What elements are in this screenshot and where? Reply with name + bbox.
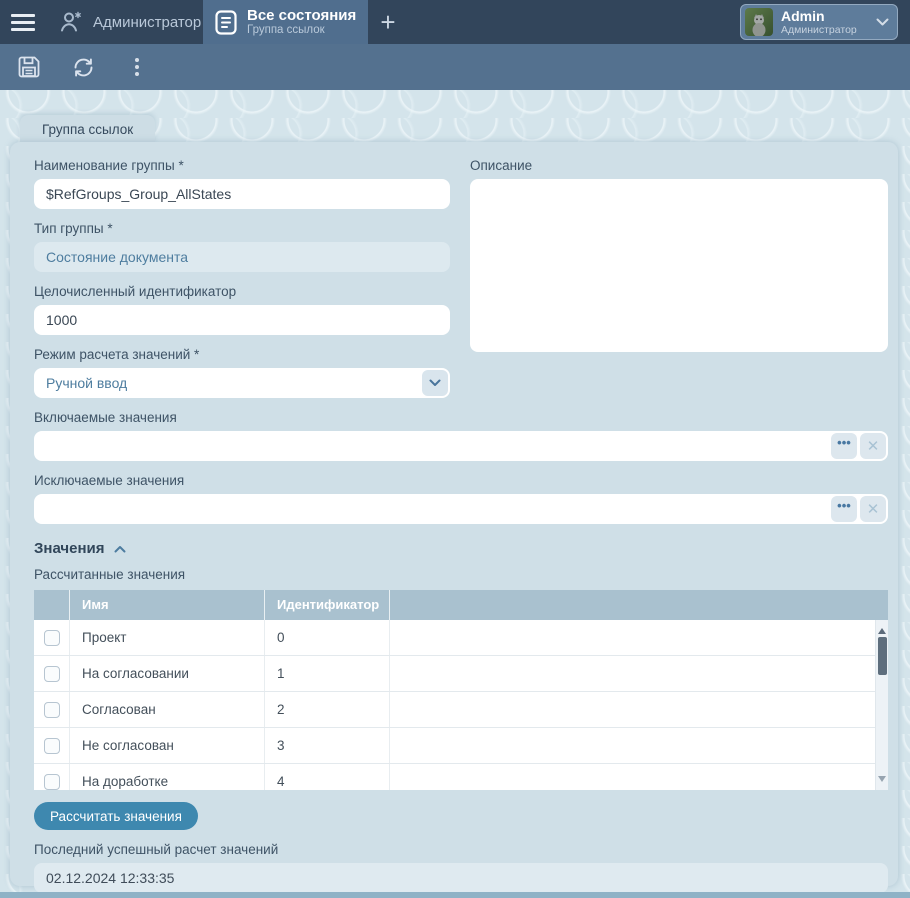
title-bar: Администратор Все состояния Группа ссыло… <box>0 0 910 44</box>
table-header-row: Имя Идентификатор <box>34 590 888 620</box>
scroll-down-arrow-icon[interactable] <box>878 776 886 786</box>
table-header-empty <box>390 590 888 620</box>
row-checkbox[interactable] <box>44 630 60 646</box>
calc-mode-label: Режим расчета значений * <box>34 347 450 362</box>
chevron-down-icon <box>876 18 889 26</box>
included-values-label: Включаемые значения <box>34 410 888 425</box>
integer-id-label: Целочисленный идентификатор <box>34 284 450 299</box>
row-checkbox[interactable] <box>44 666 60 682</box>
calc-mode-select[interactable]: Ручной ввод <box>34 368 450 398</box>
cell-name: Согласован <box>70 692 265 727</box>
excluded-values-input[interactable] <box>34 494 826 524</box>
group-type-field: Состояние документа <box>34 242 450 272</box>
cell-name: Не согласован <box>70 728 265 763</box>
select-dropdown-button[interactable] <box>422 370 448 396</box>
user-asterisk-icon <box>58 9 84 35</box>
close-icon: ✕ <box>867 437 880 455</box>
cell-id: 0 <box>265 620 390 655</box>
description-textarea[interactable] <box>470 179 888 352</box>
new-tab-button[interactable]: + <box>368 0 408 44</box>
account-menu[interactable]: Admin Администратор <box>740 4 898 40</box>
cell-id: 3 <box>265 728 390 763</box>
form-card: Наименование группы * Тип группы * Состо… <box>10 142 898 886</box>
card-tab-group-links[interactable]: Группа ссылок <box>20 115 155 143</box>
included-values-input[interactable] <box>34 431 826 461</box>
current-user-section[interactable]: Администратор <box>46 0 203 44</box>
row-checkbox[interactable] <box>44 774 60 790</box>
cell-name: На доработке <box>70 764 265 790</box>
refresh-button[interactable] <box>68 52 98 82</box>
tab-subtitle: Группа ссылок <box>247 24 356 37</box>
cell-name: На согласовании <box>70 656 265 691</box>
last-calc-label: Последний успешный расчет значений <box>34 842 888 857</box>
titlebar-spacer <box>408 0 740 44</box>
included-clear-button[interactable]: ✕ <box>860 433 886 459</box>
excluded-values-field: ••• ✕ <box>34 494 888 524</box>
table-row[interactable]: Не согласован 3 <box>34 728 888 764</box>
group-name-label: Наименование группы * <box>34 158 450 173</box>
calculate-values-button[interactable]: Рассчитать значения <box>34 802 198 830</box>
included-lookup-button[interactable]: ••• <box>831 433 857 459</box>
row-checkbox[interactable] <box>44 702 60 718</box>
kebab-icon <box>135 58 139 62</box>
bottom-panel-edge <box>0 892 910 898</box>
cell-name: Проект <box>70 620 265 655</box>
excluded-values-label: Исключаемые значения <box>34 473 888 488</box>
form-left-column: Наименование группы * Тип группы * Состо… <box>34 150 450 398</box>
table-vertical-scrollbar[interactable] <box>875 620 888 790</box>
ellipsis-icon: ••• <box>837 438 851 448</box>
row-checkbox[interactable] <box>44 738 60 754</box>
table-row[interactable]: Согласован 2 <box>34 692 888 728</box>
calc-mode-value: Ручной ввод <box>46 375 127 391</box>
values-section-toggle[interactable]: Значения <box>34 540 888 557</box>
more-actions-button[interactable] <box>122 52 152 82</box>
save-button[interactable] <box>14 52 44 82</box>
table-body: Проект 0 На согласовании 1 Согласован 2 <box>34 620 888 790</box>
group-type-label: Тип группы * <box>34 221 450 236</box>
group-name-input[interactable] <box>34 179 450 209</box>
tab-title: Все состояния <box>247 7 356 24</box>
tab-all-states[interactable]: Все состояния Группа ссылок <box>203 0 368 44</box>
chevron-down-icon <box>429 379 441 387</box>
table-row[interactable]: На согласовании 1 <box>34 656 888 692</box>
account-role: Администратор <box>781 24 857 36</box>
hamburger-menu-button[interactable] <box>0 0 46 44</box>
save-icon <box>16 54 42 80</box>
account-name: Admin <box>781 8 857 24</box>
table-header-id: Идентификатор <box>265 590 390 620</box>
description-label: Описание <box>470 158 888 173</box>
last-calc-field: 02.12.2024 12:33:35 <box>34 863 888 893</box>
scrollbar-thumb[interactable] <box>878 637 887 675</box>
integer-id-input[interactable] <box>34 305 450 335</box>
action-toolbar <box>0 44 910 90</box>
cell-id: 1 <box>265 656 390 691</box>
table-row[interactable]: Проект 0 <box>34 620 888 656</box>
form-right-column: Описание <box>470 150 888 357</box>
cell-id: 4 <box>265 764 390 790</box>
values-section-title: Значения <box>34 540 105 557</box>
computed-values-table: Имя Идентификатор Проект 0 На согласован… <box>34 590 888 790</box>
scroll-up-arrow-icon[interactable] <box>878 624 886 634</box>
excluded-clear-button[interactable]: ✕ <box>860 496 886 522</box>
refresh-icon <box>71 55 96 80</box>
table-header-checkbox-column <box>34 590 70 620</box>
app-window: Администратор Все состояния Группа ссыло… <box>0 0 910 898</box>
cell-id: 2 <box>265 692 390 727</box>
current-user-label: Администратор <box>93 14 201 31</box>
table-header-name: Имя <box>70 590 265 620</box>
computed-values-label: Рассчитанные значения <box>34 567 888 582</box>
table-row[interactable]: На доработке 4 <box>34 764 888 790</box>
close-icon: ✕ <box>867 500 880 518</box>
avatar <box>745 8 773 36</box>
content-area: Группа ссылок Наименование группы * Тип … <box>0 90 910 898</box>
chevron-up-icon <box>114 545 126 553</box>
included-values-field: ••• ✕ <box>34 431 888 461</box>
ellipsis-icon: ••• <box>837 501 851 511</box>
document-icon <box>215 10 237 35</box>
excluded-lookup-button[interactable]: ••• <box>831 496 857 522</box>
